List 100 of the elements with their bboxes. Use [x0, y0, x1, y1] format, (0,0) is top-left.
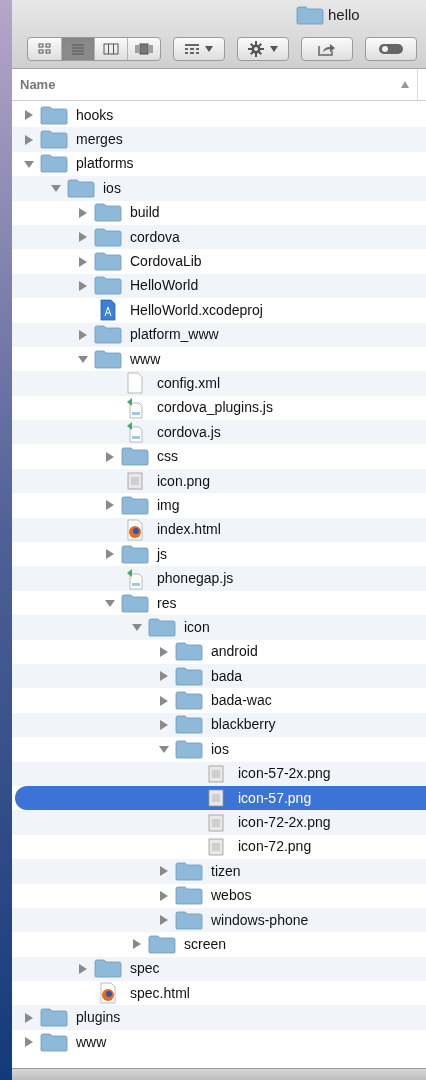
- document-icon: [126, 372, 144, 395]
- folder-icon: [121, 447, 149, 467]
- file-row[interactable]: icon-57.png: [15, 785, 426, 811]
- image-file-icon: [207, 835, 225, 858]
- folder-icon: [175, 642, 203, 662]
- disclosure-triangle-icon[interactable]: [159, 915, 169, 926]
- disclosure-triangle-icon[interactable]: [105, 500, 115, 511]
- folder-icon: [40, 1032, 68, 1052]
- file-row[interactable]: phonegap.js: [12, 566, 426, 591]
- image-file-icon: [207, 787, 225, 810]
- folder-icon: [94, 349, 122, 369]
- disclosure-triangle-icon[interactable]: [159, 671, 169, 682]
- folder-icon: [148, 617, 176, 637]
- folder-icon: [296, 5, 324, 25]
- coverflow-icon: [135, 43, 153, 55]
- disclosure-triangle-icon[interactable]: [78, 963, 88, 974]
- file-row[interactable]: cordova: [12, 224, 426, 250]
- action-button[interactable]: [237, 37, 289, 61]
- list-icon: [71, 43, 85, 55]
- folder-icon: [175, 715, 203, 735]
- file-row[interactable]: blackberry: [12, 712, 426, 738]
- disclosure-triangle-icon[interactable]: [132, 622, 142, 633]
- caret-icon: [270, 46, 278, 52]
- disclosure-triangle-icon[interactable]: [159, 695, 169, 706]
- folder-icon: [121, 495, 149, 515]
- image-file-icon: [126, 470, 144, 493]
- disclosure-triangle-icon[interactable]: [24, 1012, 34, 1023]
- disclosure-triangle-icon[interactable]: [51, 183, 61, 194]
- disclosure-triangle-icon[interactable]: [159, 890, 169, 901]
- folder-icon: [94, 203, 122, 223]
- disclosure-triangle-icon[interactable]: [78, 256, 88, 267]
- disclosure-triangle-icon[interactable]: [105, 549, 115, 560]
- file-row[interactable]: merges: [12, 127, 426, 152]
- folder-icon: [40, 130, 68, 150]
- script-file-icon: [126, 421, 144, 444]
- folder-icon: [94, 276, 122, 296]
- share-button[interactable]: [301, 37, 353, 61]
- browser-file-icon: [126, 518, 144, 541]
- toggle-icon: [378, 43, 404, 55]
- file-row[interactable]: bada: [12, 664, 426, 689]
- folder-icon: [40, 154, 68, 174]
- file-row[interactable]: HelloWorld: [12, 273, 426, 299]
- file-row[interactable]: platform_www: [12, 322, 426, 347]
- script-file-icon: [126, 567, 144, 590]
- folder-icon: [175, 666, 203, 686]
- folder-icon: [175, 739, 203, 759]
- folder-icon: [175, 861, 203, 881]
- folder-icon: [121, 593, 149, 613]
- disclosure-triangle-icon[interactable]: [24, 158, 34, 169]
- folder-icon: [94, 227, 122, 247]
- grid-icon: [37, 43, 52, 55]
- disclosure-triangle-icon[interactable]: [24, 134, 34, 145]
- disclosure-triangle-icon[interactable]: [132, 939, 142, 950]
- file-row[interactable]: cordova.js: [12, 420, 426, 445]
- disclosure-triangle-icon[interactable]: [105, 598, 115, 608]
- file-row[interactable]: index.html: [12, 517, 426, 543]
- arrange-icon: [185, 44, 199, 54]
- disclosure-triangle-icon[interactable]: [159, 646, 169, 657]
- folder-icon: [175, 910, 203, 930]
- disclosure-triangle-icon[interactable]: [159, 719, 169, 730]
- disclosure-triangle-icon[interactable]: [78, 280, 88, 291]
- blueprint-file-icon: [99, 299, 117, 322]
- folder-icon: [148, 934, 176, 954]
- disclosure-triangle-icon[interactable]: [24, 110, 34, 121]
- folder-icon: [40, 105, 68, 125]
- file-row[interactable]: windows-phone: [12, 907, 426, 933]
- disclosure-triangle-icon[interactable]: [24, 1037, 34, 1048]
- folder-icon: [67, 178, 95, 198]
- folder-icon: [175, 691, 203, 711]
- file-row[interactable]: config.xml: [12, 371, 426, 396]
- disclosure-triangle-icon[interactable]: [78, 329, 88, 340]
- folder-icon: [175, 886, 203, 906]
- share-icon: [318, 42, 336, 56]
- disclosure-triangle-icon[interactable]: [78, 207, 88, 218]
- arrange-button[interactable]: [173, 37, 225, 61]
- file-row[interactable]: icon: [12, 615, 426, 640]
- script-file-icon: [126, 396, 144, 419]
- browser-file-icon: [99, 982, 117, 1005]
- disclosure-triangle-icon[interactable]: [78, 232, 88, 243]
- tag-button[interactable]: [365, 37, 417, 61]
- image-file-icon: [207, 811, 225, 834]
- file-row[interactable]: icon.png: [12, 468, 426, 494]
- disclosure-triangle-icon[interactable]: [159, 744, 169, 755]
- disclosure-triangle-icon[interactable]: [78, 354, 88, 365]
- folder-icon: [94, 959, 122, 979]
- column-header[interactable]: Name: [12, 69, 418, 100]
- settings-icon: [248, 41, 264, 57]
- folder-icon: [40, 1008, 68, 1028]
- file-row[interactable]: plugins: [12, 1005, 426, 1030]
- folder-icon: [94, 325, 122, 345]
- file-row[interactable]: ios: [12, 176, 426, 201]
- file-row[interactable]: spec: [12, 956, 426, 982]
- disclosure-triangle-icon[interactable]: [105, 451, 115, 462]
- file-row[interactable]: tizen: [12, 859, 426, 884]
- folder-icon: [121, 544, 149, 564]
- disclosure-triangle-icon[interactable]: [159, 866, 169, 877]
- caret-icon: [205, 46, 213, 52]
- file-row[interactable]: icon-57-2x.png: [12, 761, 426, 786]
- file-row[interactable]: icon-72-2x.png: [12, 810, 426, 835]
- columns-icon: [103, 43, 119, 55]
